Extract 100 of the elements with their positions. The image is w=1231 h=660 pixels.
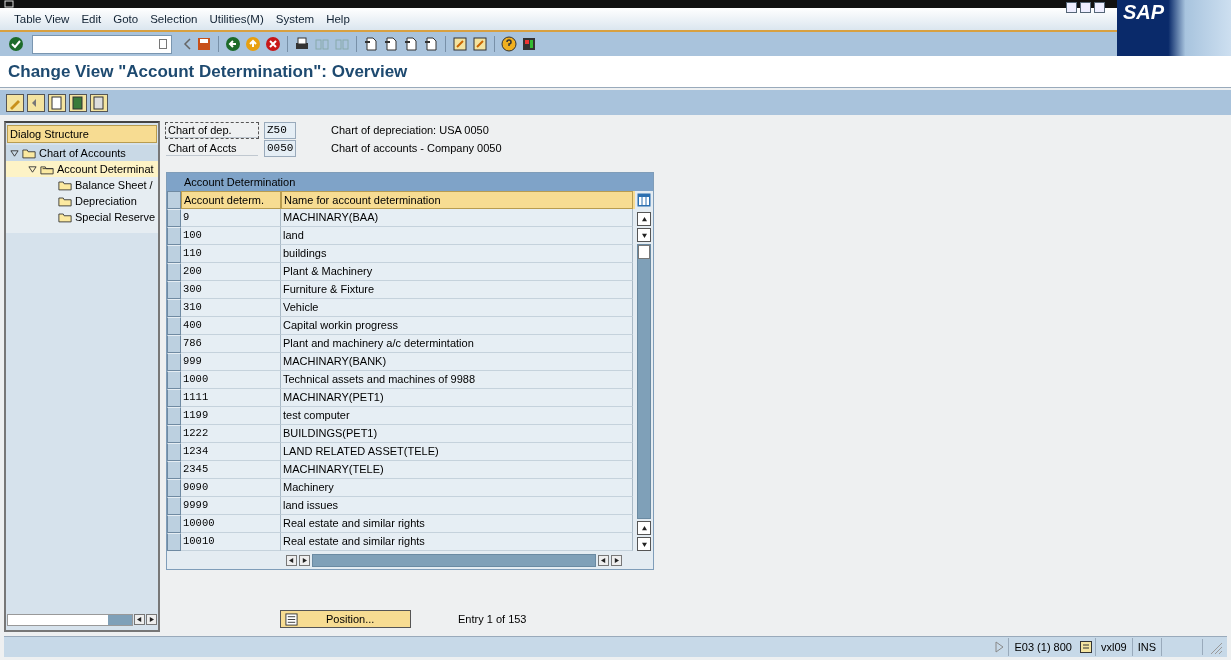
table-cell: Vehicle xyxy=(281,299,633,317)
menu-item[interactable]: System xyxy=(275,13,315,25)
expand-arrow-icon[interactable] xyxy=(994,641,1005,653)
row-selector[interactable] xyxy=(167,533,181,551)
row-selector[interactable] xyxy=(167,209,181,227)
row-selector[interactable] xyxy=(167,227,181,245)
field-description: Chart of accounts - Company 0050 xyxy=(331,142,502,154)
page-icon[interactable] xyxy=(403,36,419,52)
folder-icon xyxy=(40,163,54,175)
right-arrow-icon xyxy=(149,617,154,622)
restore-icon[interactable] xyxy=(1080,2,1091,13)
scroll-left-button[interactable] xyxy=(598,554,609,566)
table-cell: Plant and machinery a/c determintation xyxy=(281,335,633,353)
folder-icon xyxy=(58,211,72,223)
page-icon[interactable] xyxy=(383,36,399,52)
row-selector[interactable] xyxy=(167,407,181,425)
position-button[interactable]: Position... xyxy=(280,610,411,628)
page-down-button[interactable] xyxy=(637,537,651,551)
row-selector[interactable] xyxy=(167,245,181,263)
column-settings-icon[interactable] xyxy=(637,193,651,207)
column-header[interactable]: Name for account determination xyxy=(281,191,633,209)
list-icon[interactable] xyxy=(1079,641,1092,653)
vertical-scrollbar[interactable] xyxy=(637,244,651,519)
folder-icon xyxy=(58,195,72,207)
panel-header: Dialog Structure xyxy=(7,125,157,143)
row-selector[interactable] xyxy=(167,425,181,443)
row-selector[interactable] xyxy=(167,443,181,461)
field-value: Z50 xyxy=(264,121,296,139)
horizontal-scrollbar[interactable] xyxy=(312,553,596,567)
table-cell: Furniture & Fixture xyxy=(281,281,633,299)
screen-title: Change View "Account Determination": Overview xyxy=(8,61,408,82)
row-selector[interactable] xyxy=(167,263,181,281)
row-selector[interactable] xyxy=(167,317,181,335)
table-cell: land issues xyxy=(281,497,633,515)
menu-item[interactable]: Help xyxy=(326,13,350,25)
row-selector[interactable] xyxy=(167,389,181,407)
edit-pencil-icon[interactable] xyxy=(6,93,24,112)
help-icon[interactable] xyxy=(501,36,517,52)
save-icon[interactable] xyxy=(196,36,212,52)
horizontal-scrollbar[interactable] xyxy=(7,614,133,626)
row-selector[interactable] xyxy=(167,497,181,515)
scroll-right-button[interactable] xyxy=(146,614,157,625)
command-field[interactable] xyxy=(32,34,172,54)
minimize-icon[interactable] xyxy=(1066,2,1077,13)
tree-node[interactable]: Special Reserve xyxy=(6,209,158,225)
scroll-right-button[interactable] xyxy=(611,554,622,566)
folder-icon xyxy=(58,179,72,191)
left-arrow-icon xyxy=(601,557,606,563)
field-label: Chart of Accts xyxy=(166,140,258,156)
tree-node[interactable]: Balance Sheet / xyxy=(6,177,158,193)
tree-node[interactable]: Account Determinat xyxy=(6,161,158,177)
tree-node[interactable]: Chart of Accounts xyxy=(6,145,158,161)
menu-item[interactable]: Selection xyxy=(150,13,198,25)
menu-item[interactable]: Edit xyxy=(81,13,102,25)
table-cell: MACHINARY(PET1) xyxy=(281,389,633,407)
table-cell: LAND RELATED ASSET(TELE) xyxy=(281,443,633,461)
menu-item[interactable]: Goto xyxy=(113,13,139,25)
system-info: E03 (1) 800 xyxy=(1008,638,1077,656)
table-cell: land xyxy=(281,227,633,245)
resize-grip-icon[interactable] xyxy=(1202,639,1223,655)
menu-item[interactable]: Utilities(M) xyxy=(209,13,264,25)
table-cell: test computer xyxy=(281,407,633,425)
row-selector[interactable] xyxy=(167,371,181,389)
page-up-button[interactable] xyxy=(637,521,651,535)
back-icon[interactable] xyxy=(225,36,241,52)
server-name: vxl09 xyxy=(1094,638,1132,656)
table-cell: 310 xyxy=(181,299,281,317)
up-arrow-icon xyxy=(641,525,647,531)
folder-icon xyxy=(22,147,36,159)
scroll-left-button[interactable] xyxy=(134,614,145,625)
tree-node[interactable]: Depreciation xyxy=(6,193,158,209)
page-icon[interactable] xyxy=(423,36,439,52)
page-icon[interactable] xyxy=(363,36,379,52)
table-cell: Real estate and similar rights xyxy=(281,533,633,551)
row-selector[interactable] xyxy=(167,281,181,299)
row-selector[interactable] xyxy=(167,515,181,533)
list-icon[interactable] xyxy=(48,93,66,112)
table-cell: BUILDINGS(PET1) xyxy=(281,425,633,443)
table-title: Account Determination xyxy=(167,173,653,191)
scroll-right-button[interactable] xyxy=(299,554,310,566)
row-selector[interactable] xyxy=(167,335,181,353)
menu-item[interactable]: Table View xyxy=(14,13,70,25)
window-icon xyxy=(4,0,14,8)
cancel-icon[interactable] xyxy=(265,36,281,52)
row-selector[interactable] xyxy=(167,353,181,371)
row-selector[interactable] xyxy=(167,299,181,317)
left-arrow-icon xyxy=(289,557,294,563)
layout-icon[interactable] xyxy=(521,36,537,52)
table-cell: buildings xyxy=(281,245,633,263)
column-header[interactable]: Account determ. xyxy=(181,191,281,209)
close-icon[interactable] xyxy=(1094,2,1105,13)
scroll-left-button[interactable] xyxy=(286,554,297,566)
printer-icon[interactable] xyxy=(294,36,310,52)
entry-count: Entry 1 of 153 xyxy=(458,613,527,625)
row-selector[interactable] xyxy=(167,479,181,497)
scroll-down-button[interactable] xyxy=(637,228,651,242)
check-icon[interactable] xyxy=(8,36,24,52)
scroll-up-button[interactable] xyxy=(637,212,651,226)
table-cell: MACHINARY(BANK) xyxy=(281,353,633,371)
row-selector[interactable] xyxy=(167,461,181,479)
